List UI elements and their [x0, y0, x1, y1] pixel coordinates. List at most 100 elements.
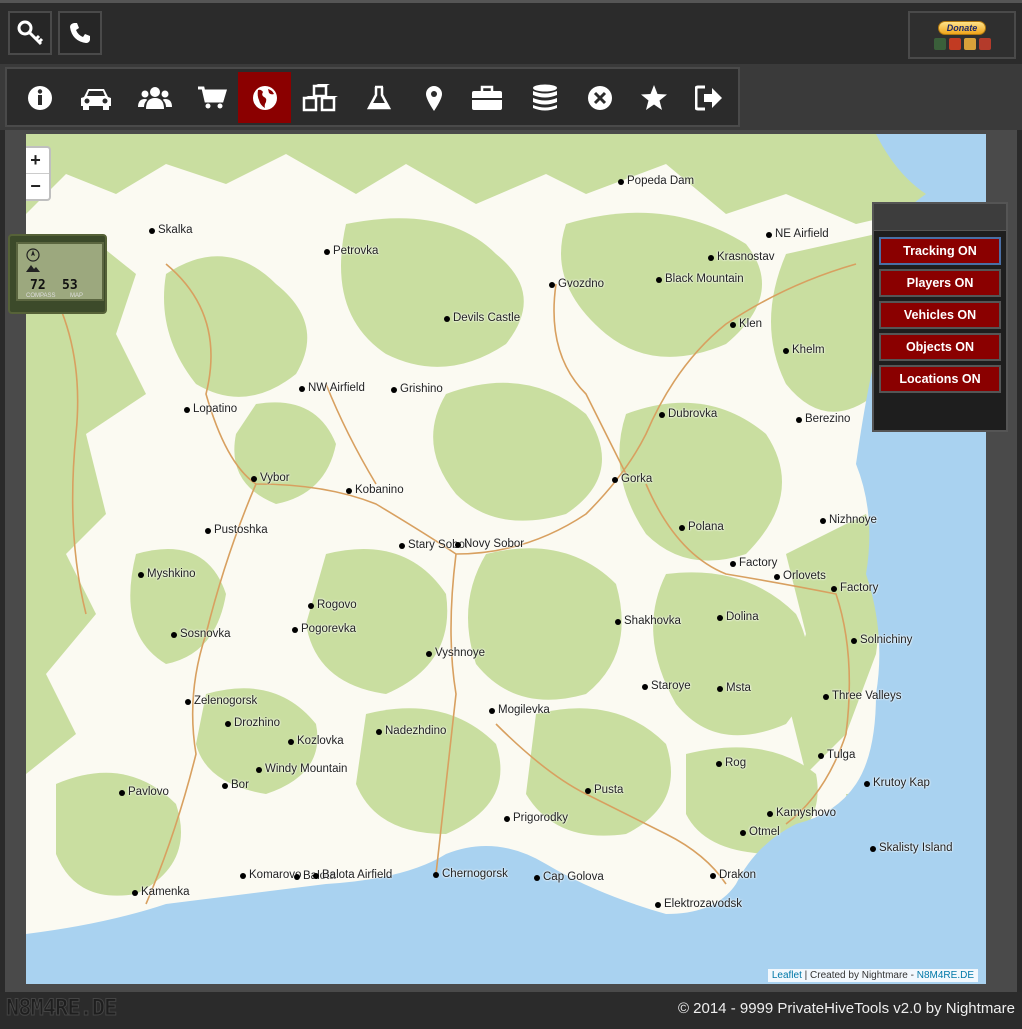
location-label: Kozlovka	[297, 735, 344, 747]
phone-button[interactable]	[58, 11, 102, 55]
location-marker[interactable]	[534, 875, 540, 881]
location-marker[interactable]	[716, 761, 722, 767]
compass-widget[interactable]: 72 53 COMPASS MAP	[8, 234, 107, 314]
location-marker[interactable]	[346, 488, 352, 494]
location-marker[interactable]	[391, 387, 397, 393]
globe-icon	[252, 85, 277, 110]
location-marker[interactable]	[324, 249, 330, 255]
location-marker[interactable]	[433, 872, 439, 878]
nav-inventory[interactable]	[460, 72, 513, 123]
location-marker[interactable]	[615, 619, 621, 625]
location-marker[interactable]	[455, 542, 461, 548]
location-marker[interactable]	[870, 846, 876, 852]
location-marker[interactable]	[132, 890, 138, 896]
nav-info[interactable]	[13, 72, 66, 123]
location-marker[interactable]	[288, 739, 294, 745]
nav-close[interactable]	[573, 72, 626, 123]
location-marker[interactable]	[767, 811, 773, 817]
location-marker[interactable]	[119, 790, 125, 796]
location-marker[interactable]	[818, 753, 824, 759]
location-marker[interactable]	[585, 788, 591, 794]
location-marker[interactable]	[642, 684, 648, 690]
location-marker[interactable]	[740, 830, 746, 836]
location-label: Windy Mountain	[265, 763, 348, 775]
nav-players[interactable]	[128, 72, 181, 123]
location-marker[interactable]	[774, 574, 780, 580]
key-button[interactable]	[8, 11, 52, 55]
nav-database[interactable]	[518, 72, 571, 123]
location-marker[interactable]	[708, 255, 714, 261]
location-marker[interactable]	[294, 874, 300, 880]
location-marker[interactable]	[820, 518, 826, 524]
nav-vehicles[interactable]	[69, 72, 122, 123]
site-link[interactable]: N8M4RE.DE	[917, 970, 974, 981]
location-label: Dolina	[726, 611, 759, 623]
map-terrain	[26, 134, 986, 984]
location-marker[interactable]	[240, 873, 246, 879]
location-marker[interactable]	[426, 651, 432, 657]
zoom-out-button[interactable]: −	[26, 173, 49, 199]
tracking-toggle[interactable]: Tracking ON	[879, 237, 1001, 265]
location-label: Rogovo	[317, 599, 357, 611]
nav-shop[interactable]	[185, 72, 238, 123]
nav-locations[interactable]	[407, 72, 460, 123]
location-marker[interactable]	[851, 638, 857, 644]
location-marker[interactable]	[256, 767, 262, 773]
leaflet-link[interactable]: Leaflet	[772, 970, 802, 981]
objects-toggle[interactable]: Objects ON	[879, 333, 1001, 361]
location-marker[interactable]	[149, 228, 155, 234]
location-marker[interactable]	[730, 322, 736, 328]
location-marker[interactable]	[399, 543, 405, 549]
location-marker[interactable]	[717, 686, 723, 692]
location-marker[interactable]	[612, 477, 618, 483]
donate-button[interactable]: Donate	[908, 11, 1016, 59]
nav-objects[interactable]	[293, 72, 346, 123]
nav-bar	[0, 64, 1022, 130]
location-marker[interactable]	[717, 615, 723, 621]
location-marker[interactable]	[376, 729, 382, 735]
location-marker[interactable]	[444, 316, 450, 322]
location-marker[interactable]	[504, 816, 510, 822]
location-marker[interactable]	[656, 277, 662, 283]
location-marker[interactable]	[313, 873, 319, 879]
zoom-in-button[interactable]: +	[26, 148, 49, 173]
location-marker[interactable]	[618, 179, 624, 185]
location-marker[interactable]	[730, 561, 736, 567]
location-marker[interactable]	[823, 694, 829, 700]
location-marker[interactable]	[292, 627, 298, 633]
nav-logout[interactable]	[682, 72, 735, 123]
location-marker[interactable]	[205, 528, 211, 534]
locations-toggle[interactable]: Locations ON	[879, 365, 1001, 393]
location-marker[interactable]	[710, 873, 716, 879]
location-label: Staroye	[651, 680, 691, 692]
nav-map[interactable]	[238, 72, 291, 123]
location-marker[interactable]	[489, 708, 495, 714]
map-view[interactable]: Skalka Petrovka Popeda Dam NE Airfield Krasn…	[26, 134, 986, 984]
location-marker[interactable]	[308, 603, 314, 609]
nav-lab[interactable]	[352, 72, 405, 123]
location-marker[interactable]	[549, 282, 555, 288]
location-marker[interactable]	[299, 386, 305, 392]
location-marker[interactable]	[831, 586, 837, 592]
location-label: Vyshnoye	[435, 647, 486, 659]
location-marker[interactable]	[222, 783, 228, 789]
location-label: Balota Airfield	[322, 869, 393, 881]
location-marker[interactable]	[796, 417, 802, 423]
location-marker[interactable]	[783, 348, 789, 354]
location-marker[interactable]	[659, 412, 665, 418]
location-marker[interactable]	[864, 781, 870, 787]
location-marker[interactable]	[184, 407, 190, 413]
location-label: Solnichiny	[860, 634, 913, 646]
location-marker[interactable]	[138, 572, 144, 578]
location-marker[interactable]	[171, 632, 177, 638]
location-marker[interactable]	[185, 699, 191, 705]
vehicles-toggle[interactable]: Vehicles ON	[879, 301, 1001, 329]
location-marker[interactable]	[766, 232, 772, 238]
players-toggle[interactable]: Players ON	[879, 269, 1001, 297]
location-marker[interactable]	[679, 525, 685, 531]
location-marker[interactable]	[655, 902, 661, 908]
location-label: Popeda Dam	[627, 175, 695, 187]
location-marker[interactable]	[251, 476, 257, 482]
nav-favorites[interactable]	[627, 72, 680, 123]
location-marker[interactable]	[225, 721, 231, 727]
